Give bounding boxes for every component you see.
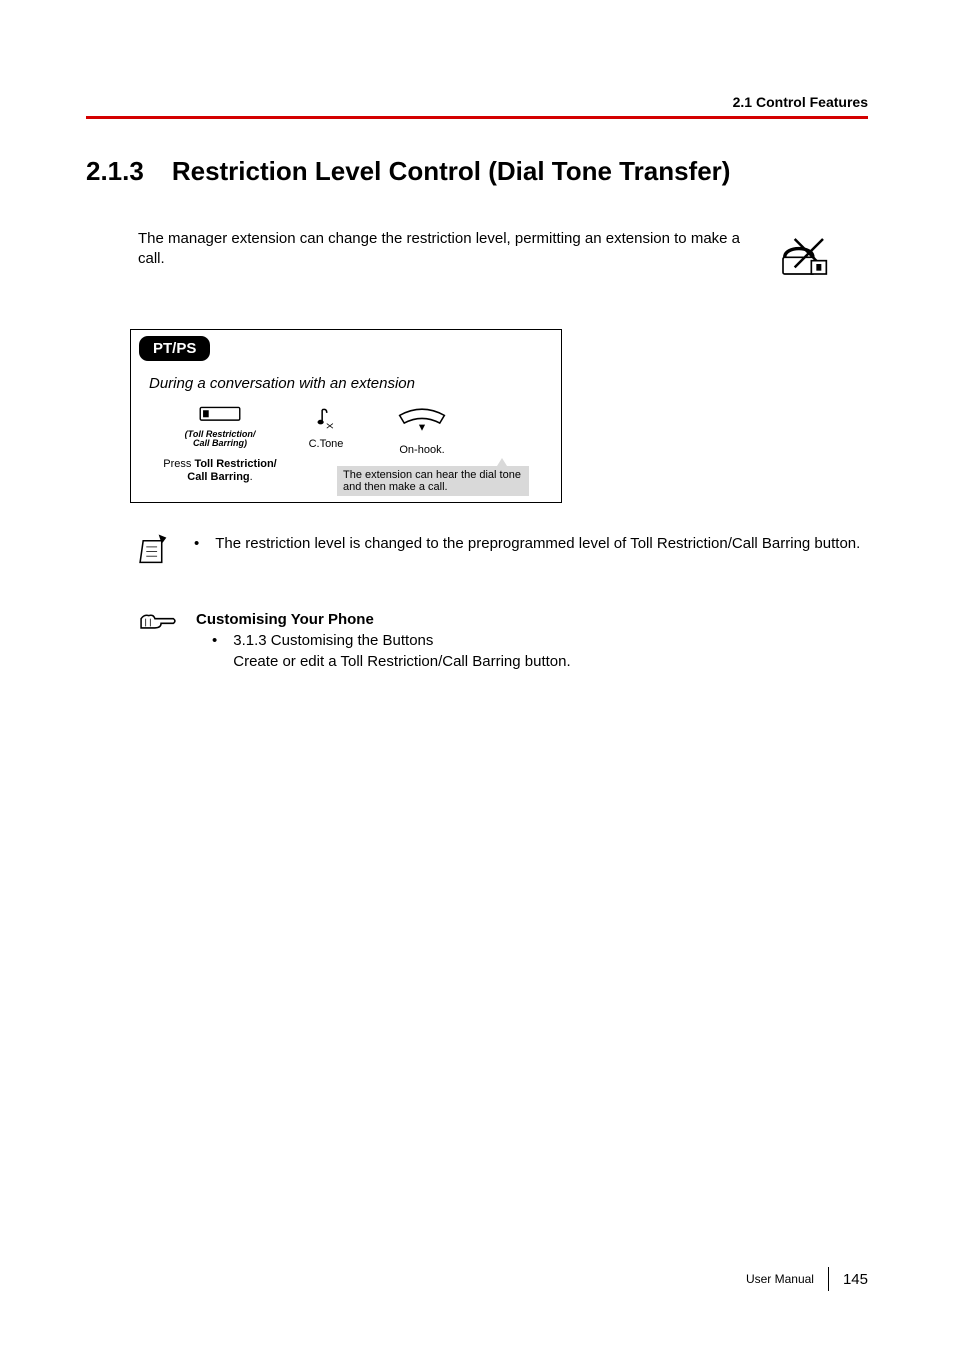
bullet-dot: • <box>194 533 199 554</box>
heading-title: Restriction Level Control (Dial Tone Tra… <box>172 156 731 187</box>
button-icon-label: (Toll Restriction/ Call Barring) <box>185 430 256 448</box>
bullet-dot: • <box>212 630 217 672</box>
callout-text: The extension can hear the dial tone and… <box>343 469 521 493</box>
customising-block: Customising Your Phone • 3.1.3 Customisi… <box>138 609 868 672</box>
phone-locked-icon <box>778 229 828 279</box>
running-header: 2.1 Control Features <box>733 94 868 110</box>
step1-pre: Press <box>163 458 194 470</box>
note-block: • The restriction level is changed to th… <box>138 533 868 567</box>
footer-divider <box>828 1267 829 1291</box>
card-badge: PT/PS <box>139 336 210 361</box>
customising-desc: Create or edit a Toll Restriction/Call B… <box>233 651 570 672</box>
step1-caption: Press Toll Restriction/ Call Barring. <box>160 458 280 484</box>
step1-post: . <box>250 471 253 483</box>
step-on-hook: On-hook. <box>377 406 467 457</box>
intro-text: The manager extension can change the res… <box>138 229 758 270</box>
step1-bold: Toll Restriction/ Call Barring <box>187 458 276 483</box>
intro-row: The manager extension can change the res… <box>138 229 868 279</box>
page-footer: User Manual 145 <box>746 1267 868 1291</box>
rule-red <box>86 116 868 119</box>
step-confirmation-tone: C.Tone <box>301 406 351 451</box>
page: 2.1 Control Features 2.1.3 Restriction L… <box>0 0 954 1351</box>
step3-caption: On-hook. <box>399 444 444 457</box>
procedure-card: PT/PS During a conversation with an exte… <box>130 329 562 503</box>
customising-item: 3.1.3 Customising the Buttons <box>233 630 570 651</box>
note-icon <box>138 533 170 567</box>
step-press-button: (Toll Restriction/ Call Barring) Press T… <box>165 406 275 484</box>
customising-body: Customising Your Phone • 3.1.3 Customisi… <box>196 609 571 672</box>
card-subtitle: During a conversation with an extension <box>149 375 561 392</box>
page-number: 145 <box>843 1271 868 1288</box>
handset-icon <box>395 406 449 434</box>
footer-label: User Manual <box>746 1272 814 1286</box>
note-text: The restriction level is changed to the … <box>215 533 860 554</box>
step2-caption: C.Tone <box>309 438 344 451</box>
callout-box: The extension can hear the dial tone and… <box>337 466 529 496</box>
customising-title: Customising Your Phone <box>196 609 571 630</box>
section-heading: 2.1.3 Restriction Level Control (Dial To… <box>86 156 868 187</box>
pointing-hand-icon <box>138 609 178 633</box>
tone-icon <box>316 406 336 432</box>
heading-number: 2.1.3 <box>86 156 144 187</box>
feature-button-icon <box>198 406 242 430</box>
note-bullet: • The restriction level is changed to th… <box>194 533 860 554</box>
